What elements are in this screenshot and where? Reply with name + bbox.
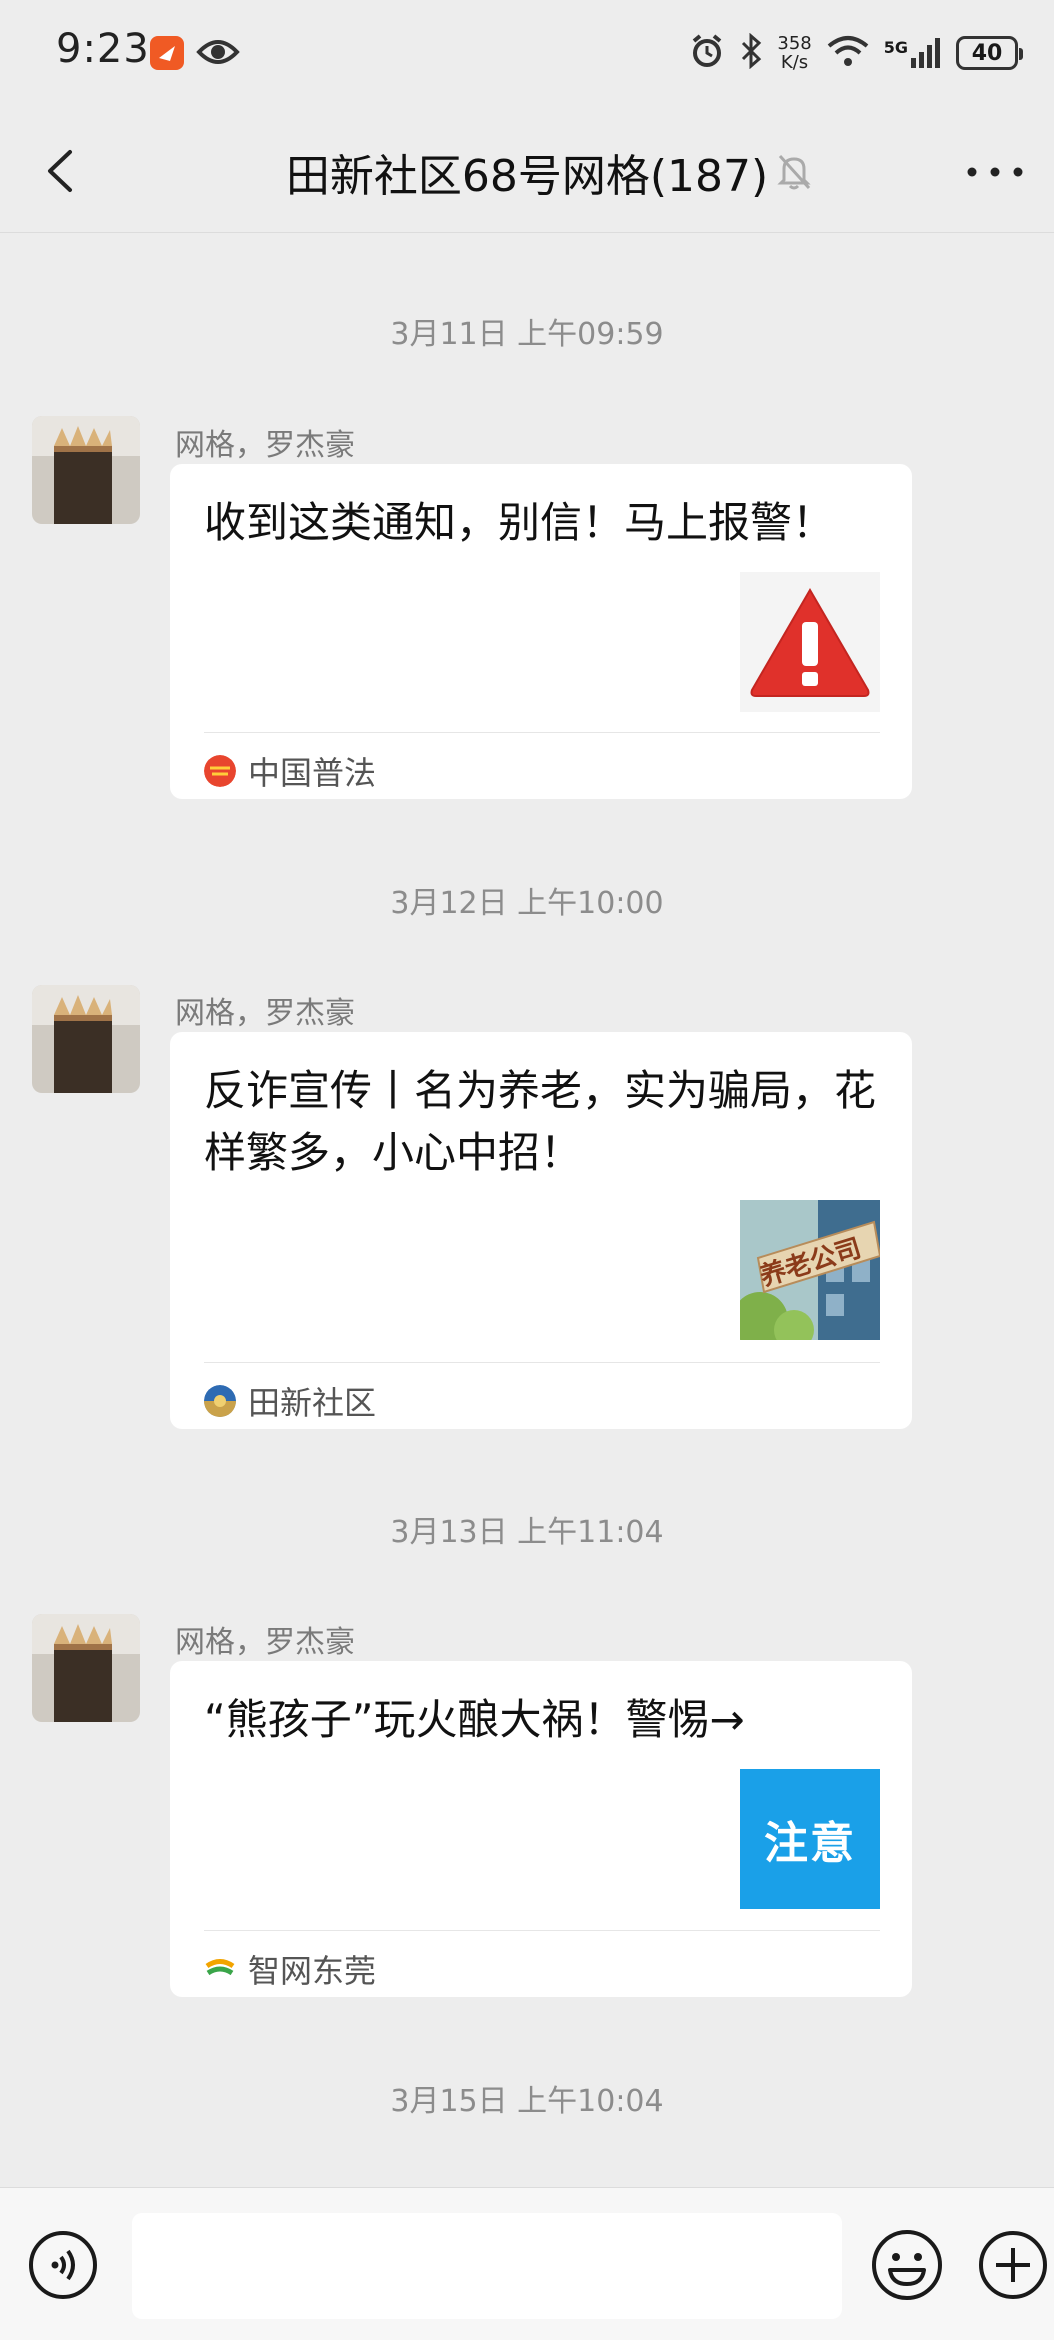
article-source: 中国普法 <box>204 748 376 794</box>
chat-title: 田新社区68号网格(187) <box>285 151 769 202</box>
alarm-icon <box>689 33 725 73</box>
chat-header: 田新社区68号网格(187) <box>0 110 1054 233</box>
message-timestamp: 3月13日 上午11:04 <box>390 1515 664 1550</box>
article-card[interactable]: 收到这类通知，别信！马上报警！ 中国普法 <box>170 464 912 799</box>
warning-triangle-icon <box>740 572 880 712</box>
wifi-icon <box>826 34 870 72</box>
article-thumbnail: 注意 <box>740 1769 880 1909</box>
article-card[interactable]: “熊孩子”玩火酿大祸！警惕→ 注意 智网东莞 <box>170 1661 912 1997</box>
source-logo-icon <box>204 1953 236 1985</box>
source-logo-icon <box>204 1385 236 1417</box>
divider <box>204 1362 880 1363</box>
message-timestamp: 3月15日 上午10:04 <box>390 2084 664 2119</box>
bluetooth-icon <box>739 32 763 73</box>
message-input[interactable] <box>132 2213 842 2319</box>
avatar[interactable] <box>32 985 140 1093</box>
more-options-icon[interactable] <box>960 154 1030 190</box>
message-timestamp: 3月11日 上午09:59 <box>390 317 664 352</box>
source-name: 田新社区 <box>248 1384 377 1422</box>
avatar[interactable] <box>32 416 140 524</box>
status-bar: 9:23 358 K/s 5G 40 <box>0 0 1054 110</box>
sender-name: 网格，罗杰豪 <box>175 428 355 463</box>
source-name: 中国普法 <box>248 754 377 792</box>
source-logo-icon <box>204 755 236 787</box>
add-attachment-icon[interactable] <box>978 2230 1048 2300</box>
chat-input-bar <box>0 2187 1054 2340</box>
article-source: 智网东莞 <box>204 1946 376 1992</box>
divider <box>204 1930 880 1931</box>
status-time: 9:23 <box>56 26 150 72</box>
sender-name: 网格，罗杰豪 <box>175 1625 355 1660</box>
article-title: 反诈宣传丨名为养老，实为骗局，花样繁多，小心中招！ <box>204 1066 877 1177</box>
source-name: 智网东莞 <box>248 1952 377 1990</box>
avatar[interactable] <box>32 1614 140 1722</box>
thumbnail-text: 注意 <box>764 1818 856 1869</box>
network-speed: 358 K/s <box>777 33 812 73</box>
sender-name: 网格，罗杰豪 <box>175 996 355 1031</box>
article-title: 收到这类通知，别信！马上报警！ <box>204 498 835 547</box>
battery-indicator: 40 <box>956 36 1023 70</box>
mute-bell-icon <box>775 152 813 196</box>
article-thumbnail: 养老公司 <box>740 1200 880 1340</box>
message-timestamp: 3月12日 上午10:00 <box>390 886 664 921</box>
article-card[interactable]: 反诈宣传丨名为养老，实为骗局，花样繁多，小心中招！ 养老公司 田新社区 <box>170 1032 912 1429</box>
article-title: “熊孩子”玩火酿大祸！警惕→ <box>204 1695 745 1744</box>
app-notification-icon <box>150 36 184 70</box>
cellular-signal-icon: 5G <box>884 38 942 68</box>
voice-input-icon[interactable] <box>28 2230 98 2300</box>
divider <box>204 732 880 733</box>
emoji-icon[interactable] <box>870 2228 944 2302</box>
status-icons: 358 K/s 5G 40 <box>689 28 1023 78</box>
article-source: 田新社区 <box>204 1378 376 1424</box>
eye-icon <box>196 34 240 74</box>
